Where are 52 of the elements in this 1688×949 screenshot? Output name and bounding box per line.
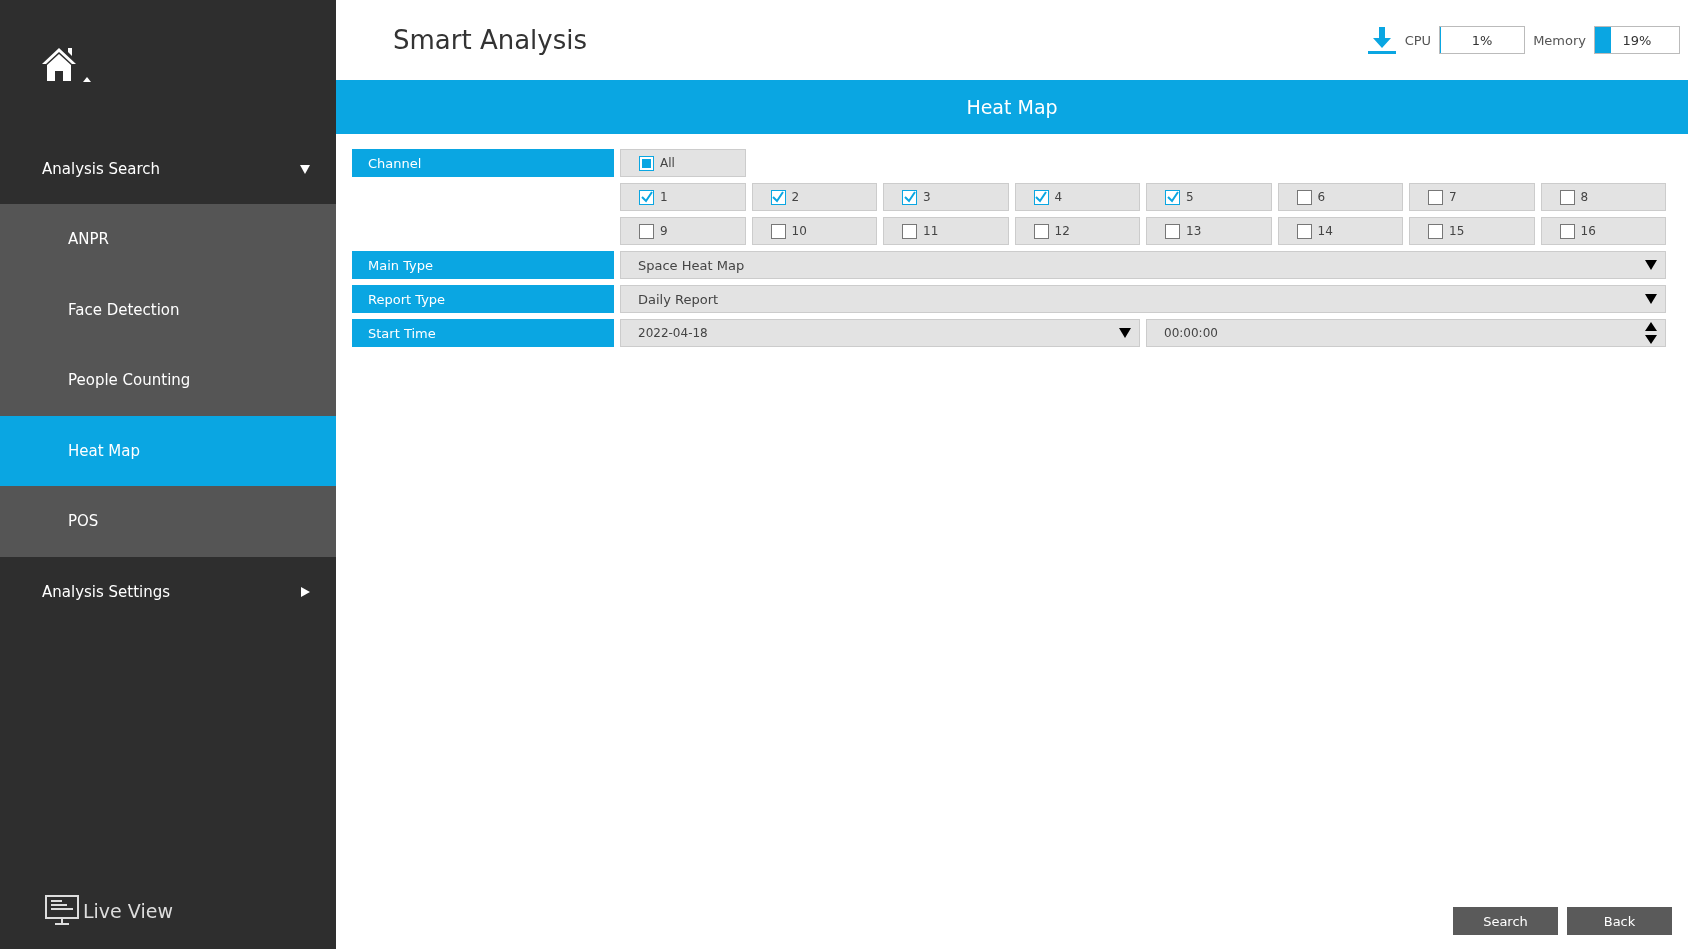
channel-checkbox[interactable]: 14 <box>1277 217 1403 245</box>
caret-right-icon <box>300 586 310 597</box>
dropdown-arrow-icon <box>1645 260 1657 270</box>
checkmark-icon <box>640 191 653 203</box>
panel-title-bar: Heat Map <box>336 80 1688 134</box>
channel-checkbox[interactable]: 7 <box>1409 183 1535 211</box>
checkmark-icon <box>903 191 916 203</box>
checkmark-icon <box>1166 191 1179 203</box>
field-label: Channel <box>352 149 614 177</box>
channel-checkbox[interactable]: 6 <box>1277 183 1403 211</box>
channel-checkbox[interactable]: 11 <box>883 217 1009 245</box>
date-field[interactable]: 2022-04-18 <box>620 319 1140 347</box>
monitor-icon[interactable] <box>45 895 79 927</box>
channel-checkbox[interactable]: 8 <box>1540 183 1666 211</box>
checkmark-icon <box>1035 191 1047 203</box>
channel-checkbox[interactable]: 10 <box>751 217 877 245</box>
channel-checkbox[interactable]: 12 <box>1014 217 1140 245</box>
usage-meter: 1% <box>1439 26 1526 54</box>
usage-meter: 19% <box>1594 26 1680 54</box>
all-checkbox[interactable]: All <box>620 149 746 177</box>
channel-checkbox[interactable]: 4 <box>1014 183 1140 211</box>
sidebar-item[interactable]: POS <box>0 486 336 557</box>
checkmark-icon <box>772 191 784 203</box>
spinner-arrows-icon <box>1645 322 1657 344</box>
channel-checkbox[interactable]: 2 <box>751 183 877 211</box>
download-icon[interactable] <box>1366 25 1397 55</box>
field-label: Report Type <box>352 285 614 313</box>
sidebar-item[interactable]: ANPR <box>0 204 336 275</box>
channel-checkbox[interactable]: 16 <box>1540 217 1666 245</box>
page-title: Smart Analysis <box>393 25 588 55</box>
partial-check-icon <box>642 158 651 168</box>
channel-checkbox[interactable]: 1 <box>620 183 746 211</box>
sidebar-item[interactable]: People Counting <box>0 345 336 416</box>
field-label: Main Type <box>352 251 614 279</box>
caret-down-icon <box>300 164 310 174</box>
channel-checkbox[interactable]: 5 <box>1146 183 1272 211</box>
time-field[interactable]: 00:00:00 <box>1146 319 1666 347</box>
action-button[interactable]: Back <box>1567 907 1672 935</box>
action-button[interactable]: Search <box>1453 907 1558 935</box>
channel-checkbox[interactable]: 3 <box>883 183 1009 211</box>
stat-label: CPU <box>1404 32 1432 48</box>
live-view-link[interactable]: Live View <box>83 900 173 922</box>
field-label: Start Time <box>352 319 614 347</box>
dropdown-arrow-icon <box>1645 294 1657 304</box>
channel-checkbox[interactable]: 13 <box>1146 217 1272 245</box>
sidebar-item[interactable]: Face Detection <box>0 274 336 345</box>
channel-checkbox[interactable]: 15 <box>1409 217 1535 245</box>
dropdown-arrow-icon <box>1119 328 1131 338</box>
dropdown-field[interactable]: Daily Report <box>620 285 1666 313</box>
stat-label: Memory <box>1533 32 1586 48</box>
channel-checkbox[interactable]: 9 <box>620 217 746 245</box>
dropdown-field[interactable]: Space Heat Map <box>620 251 1666 279</box>
